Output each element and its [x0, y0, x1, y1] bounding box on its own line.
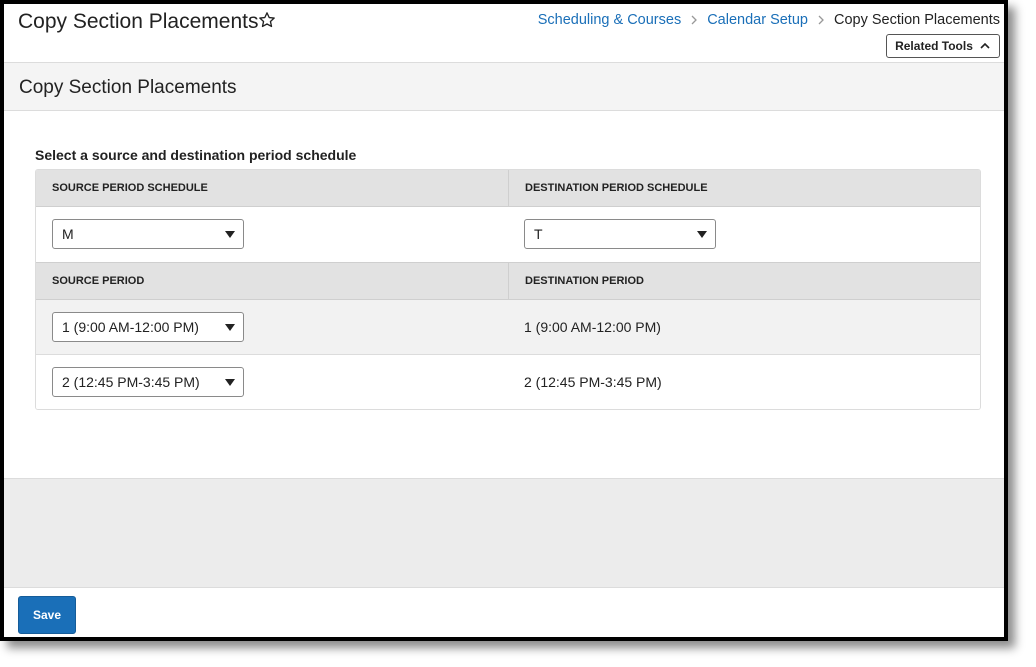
dropdown-caret-icon	[225, 324, 235, 331]
destination-schedule-value: T	[534, 226, 543, 242]
chevron-right-icon	[691, 15, 698, 25]
section-title: Copy Section Placements	[19, 77, 237, 98]
empty-area	[4, 478, 1004, 587]
column-header-source-schedule: SOURCE PERIOD SCHEDULE	[52, 182, 208, 194]
destination-schedule-select[interactable]: T	[524, 219, 716, 249]
favorite-star-icon[interactable]	[258, 11, 276, 29]
column-header-destination-schedule: DESTINATION PERIOD SCHEDULE	[508, 170, 980, 206]
save-button[interactable]: Save	[18, 596, 76, 634]
page-title: Copy Section Placements	[18, 10, 259, 33]
source-period-select[interactable]: 2 (12:45 PM-3:45 PM)	[52, 367, 244, 397]
source-schedule-select[interactable]: M	[52, 219, 244, 249]
breadcrumb-scheduling-courses[interactable]: Scheduling & Courses	[538, 12, 681, 28]
destination-period-text: 2 (12:45 PM-3:45 PM)	[524, 374, 662, 390]
placement-table: SOURCE PERIOD SCHEDULE DESTINATION PERIO…	[35, 169, 981, 410]
dropdown-caret-icon	[225, 379, 235, 386]
source-period-select[interactable]: 1 (9:00 AM-12:00 PM)	[52, 312, 244, 342]
source-period-value: 1 (9:00 AM-12:00 PM)	[62, 319, 199, 335]
related-tools-label: Related Tools	[895, 39, 973, 53]
breadcrumb: Scheduling & Courses Calendar Setup Copy…	[538, 12, 1000, 28]
column-header-destination-period: DESTINATION PERIOD	[508, 263, 980, 299]
breadcrumb-current: Copy Section Placements	[833, 12, 1000, 28]
table-row: 1 (9:00 AM-12:00 PM) 1 (9:00 AM-12:00 PM…	[36, 300, 980, 355]
dropdown-caret-icon	[225, 231, 235, 238]
column-header-source-period: SOURCE PERIOD	[52, 275, 145, 287]
related-tools-button[interactable]: Related Tools	[886, 34, 1000, 58]
chevron-right-icon	[818, 15, 824, 25]
destination-period-text: 1 (9:00 AM-12:00 PM)	[524, 319, 661, 335]
table-row: 2 (12:45 PM-3:45 PM) 2 (12:45 PM-3:45 PM…	[36, 355, 980, 409]
section-header: Copy Section Placements	[4, 62, 1004, 111]
page-header: Copy Section Placements Scheduling & Cou…	[4, 4, 1004, 64]
chevron-up-icon	[980, 42, 990, 49]
breadcrumb-calendar-setup[interactable]: Calendar Setup	[707, 12, 808, 28]
source-schedule-value: M	[62, 226, 74, 242]
app-window: Copy Section Placements Scheduling & Cou…	[0, 0, 1008, 641]
instructions-label: Select a source and destination period s…	[35, 147, 357, 163]
main-content: Select a source and destination period s…	[4, 111, 1004, 478]
schedule-select-row: M T	[36, 207, 980, 262]
dropdown-caret-icon	[697, 231, 707, 238]
schedule-header-row: SOURCE PERIOD SCHEDULE DESTINATION PERIO…	[36, 170, 980, 207]
period-header-row: SOURCE PERIOD DESTINATION PERIOD	[36, 262, 980, 300]
action-bar: Save	[4, 587, 1004, 637]
source-period-value: 2 (12:45 PM-3:45 PM)	[62, 374, 200, 390]
